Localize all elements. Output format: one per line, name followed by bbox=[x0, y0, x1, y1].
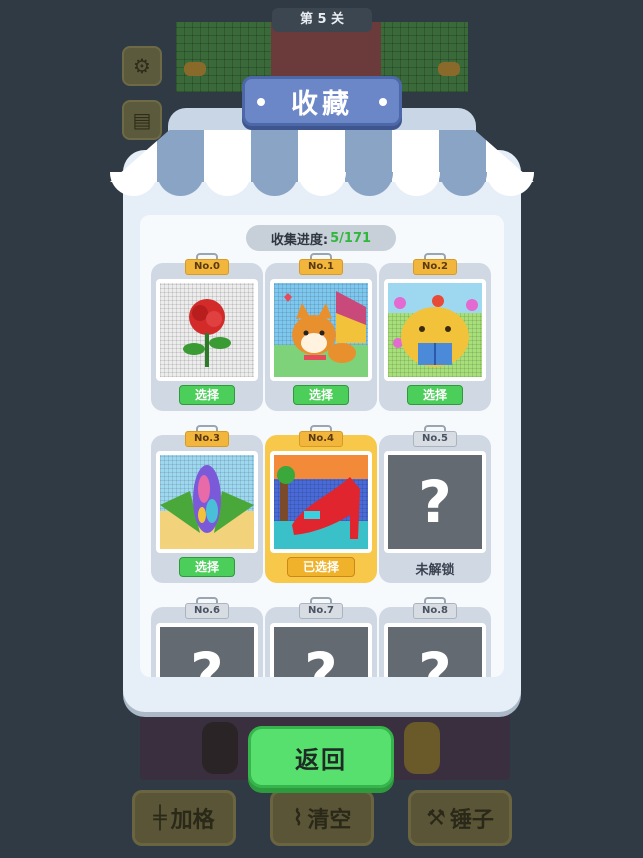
question-mark-icon: ? bbox=[384, 451, 486, 553]
add-slot-button[interactable]: ╪ 加格 bbox=[132, 790, 236, 846]
clear-label: 清空 bbox=[307, 808, 352, 833]
selected-indicator: 已选择 bbox=[287, 557, 355, 577]
question-mark-icon: ? bbox=[156, 623, 258, 677]
collection-item-7: No.7 ? bbox=[265, 597, 377, 677]
collection-item-5: No.5 ? 未解锁 bbox=[379, 425, 491, 583]
collection-item-4[interactable]: No.4 已选择 bbox=[265, 425, 377, 583]
dumbbell-icon: ╪ bbox=[153, 805, 167, 831]
hammer-button[interactable]: ⚒ 锤子 bbox=[408, 790, 512, 846]
corn-picture bbox=[156, 451, 258, 553]
hammer-icon: ⚒ bbox=[426, 805, 446, 831]
clear-button[interactable]: ⌇ 清空 bbox=[270, 790, 374, 846]
rose-picture bbox=[156, 279, 258, 381]
dialog-title: 收藏 bbox=[242, 76, 402, 126]
item-number: No.7 bbox=[299, 603, 343, 619]
spool-icon bbox=[202, 722, 238, 774]
item-number: No.3 bbox=[185, 431, 229, 447]
spool-icon bbox=[404, 722, 440, 774]
select-button[interactable]: 选择 bbox=[407, 385, 463, 405]
select-button[interactable]: 选择 bbox=[179, 557, 235, 577]
item-number: No.0 bbox=[185, 259, 229, 275]
level-label: 第 5 关 bbox=[272, 8, 372, 32]
broom-icon: ⌇ bbox=[292, 805, 304, 831]
question-mark-icon: ? bbox=[270, 623, 372, 677]
red-high-heel-picture bbox=[270, 451, 372, 553]
item-number: No.1 bbox=[299, 259, 343, 275]
collection-item-0[interactable]: No.0 选择 bbox=[151, 253, 263, 411]
collection-item-2[interactable]: No.2 选择 bbox=[379, 253, 491, 411]
back-button[interactable]: 返回 bbox=[248, 726, 394, 788]
item-number: No.5 bbox=[413, 431, 457, 447]
settings-gear-icon[interactable]: ⚙ bbox=[122, 46, 162, 86]
question-mark-icon: ? bbox=[384, 623, 486, 677]
collection-progress: 收集进度: 5/171 bbox=[246, 225, 396, 251]
collection-item-3[interactable]: No.3 选择 bbox=[151, 425, 263, 583]
item-number: No.6 bbox=[185, 603, 229, 619]
progress-label: 收集进度: bbox=[270, 232, 329, 248]
item-number: No.8 bbox=[413, 603, 457, 619]
item-number: No.4 bbox=[299, 431, 343, 447]
locked-label: 未解锁 bbox=[415, 563, 455, 578]
collection-content: 收集进度: 5/171 No.0 选择 No.1 选择 No.2 选择 No.3… bbox=[140, 215, 504, 677]
shiba-dog-picture bbox=[270, 279, 372, 381]
select-button[interactable]: 选择 bbox=[179, 385, 235, 405]
collection-item-1[interactable]: No.1 选择 bbox=[265, 253, 377, 411]
capybara-picture bbox=[384, 279, 486, 381]
title-text: 收藏 bbox=[291, 88, 353, 120]
hammer-label: 锤子 bbox=[449, 808, 494, 833]
item-number: No.2 bbox=[413, 259, 457, 275]
select-button[interactable]: 选择 bbox=[293, 385, 349, 405]
add-slot-label: 加格 bbox=[170, 808, 215, 833]
collection-item-6: No.6 ? bbox=[151, 597, 263, 677]
progress-value: 5/171 bbox=[330, 230, 372, 246]
collection-item-8: No.8 ? bbox=[379, 597, 491, 677]
